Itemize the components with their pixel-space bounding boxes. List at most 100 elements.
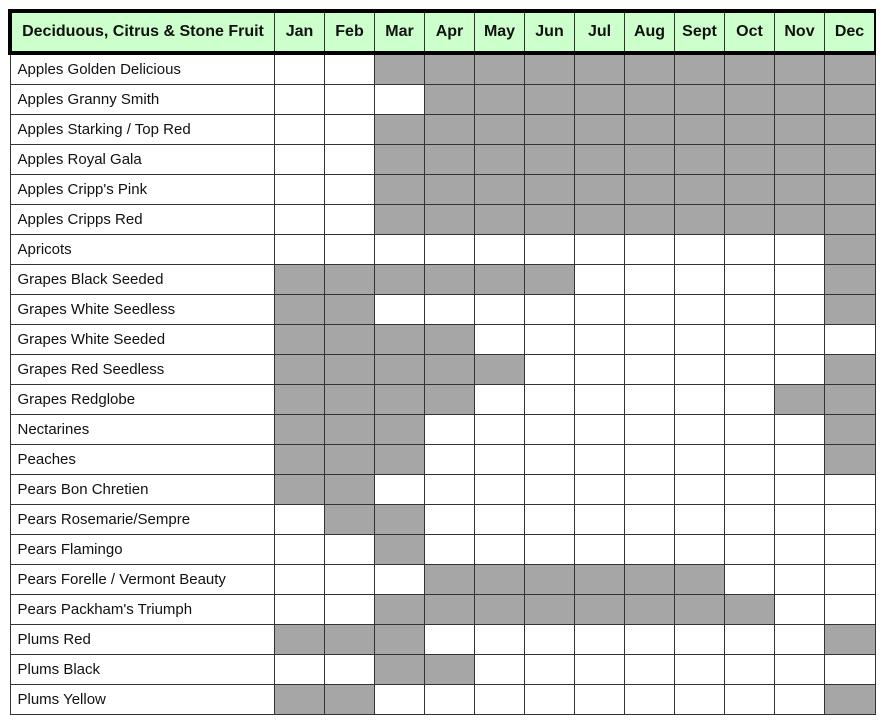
unavailable-cell-may [474, 234, 525, 265]
unavailable-cell-dec [824, 324, 876, 355]
unavailable-cell-dec [824, 564, 876, 595]
unavailable-cell-jun [524, 414, 575, 445]
unavailable-cell-aug [624, 294, 675, 325]
table-row: Pears Flamingo [9, 534, 876, 565]
unavailable-cell-oct [724, 534, 775, 565]
table-row: Apples Cripps Red [9, 204, 876, 235]
unavailable-cell-aug [624, 624, 675, 655]
available-cell-apr [424, 324, 475, 355]
unavailable-cell-jul [574, 624, 625, 655]
available-cell-jul [574, 204, 625, 235]
available-cell-jun [524, 114, 575, 145]
unavailable-cell-sept [674, 354, 725, 385]
available-cell-jan [274, 384, 325, 415]
available-cell-aug [624, 564, 675, 595]
available-cell-jul [574, 594, 625, 625]
available-cell-jan [274, 684, 325, 715]
unavailable-cell-jul [574, 534, 625, 565]
available-cell-dec [824, 174, 876, 205]
available-cell-nov [774, 204, 825, 235]
unavailable-cell-jun [524, 294, 575, 325]
unavailable-cell-may [474, 444, 525, 475]
unavailable-cell-jan [274, 52, 325, 85]
available-cell-mar [374, 174, 425, 205]
fruit-name: Nectarines [9, 414, 275, 445]
unavailable-cell-may [474, 294, 525, 325]
available-cell-jul [574, 564, 625, 595]
available-cell-jan [274, 474, 325, 505]
fruit-name: Grapes Red Seedless [9, 354, 275, 385]
available-cell-dec [824, 624, 876, 655]
available-cell-sept [674, 594, 725, 625]
unavailable-cell-may [474, 474, 525, 505]
available-cell-may [474, 594, 525, 625]
unavailable-cell-may [474, 504, 525, 535]
available-cell-jan [274, 414, 325, 445]
available-cell-feb [324, 414, 375, 445]
available-cell-nov [774, 114, 825, 145]
month-header-dec: Dec [824, 9, 876, 55]
fruit-name: Grapes White Seeded [9, 324, 275, 355]
unavailable-cell-mar [374, 684, 425, 715]
unavailable-cell-nov [774, 294, 825, 325]
available-cell-aug [624, 52, 675, 85]
available-cell-may [474, 354, 525, 385]
unavailable-cell-feb [324, 654, 375, 685]
unavailable-cell-feb [324, 144, 375, 175]
unavailable-cell-jun [524, 384, 575, 415]
table-row: Pears Packham's Triumph [9, 594, 876, 625]
unavailable-cell-oct [724, 384, 775, 415]
unavailable-cell-oct [724, 324, 775, 355]
available-cell-jun [524, 204, 575, 235]
unavailable-cell-jun [524, 534, 575, 565]
unavailable-cell-nov [774, 534, 825, 565]
available-cell-sept [674, 564, 725, 595]
unavailable-cell-sept [674, 624, 725, 655]
available-cell-oct [724, 204, 775, 235]
unavailable-cell-jun [524, 234, 575, 265]
available-cell-oct [724, 144, 775, 175]
unavailable-cell-apr [424, 684, 475, 715]
unavailable-cell-jul [574, 654, 625, 685]
unavailable-cell-feb [324, 114, 375, 145]
fruit-name: Grapes Redglobe [9, 384, 275, 415]
available-cell-feb [324, 294, 375, 325]
available-cell-may [474, 174, 525, 205]
unavailable-cell-jun [524, 324, 575, 355]
unavailable-cell-jul [574, 294, 625, 325]
available-cell-mar [374, 114, 425, 145]
fruit-name: Pears Flamingo [9, 534, 275, 565]
available-cell-sept [674, 204, 725, 235]
available-cell-may [474, 114, 525, 145]
fruit-name: Pears Rosemarie/Sempre [9, 504, 275, 535]
month-header-jul: Jul [574, 9, 625, 55]
month-header-jun: Jun [524, 9, 575, 55]
available-cell-jun [524, 144, 575, 175]
available-cell-feb [324, 624, 375, 655]
month-header-feb: Feb [324, 9, 375, 55]
available-cell-aug [624, 114, 675, 145]
unavailable-cell-feb [324, 174, 375, 205]
available-cell-aug [624, 594, 675, 625]
available-cell-jun [524, 52, 575, 85]
unavailable-cell-oct [724, 234, 775, 265]
available-cell-may [474, 564, 525, 595]
fruit-name: Plums Black [9, 654, 275, 685]
unavailable-cell-aug [624, 444, 675, 475]
table-row: Plums Red [9, 624, 876, 655]
available-cell-nov [774, 84, 825, 115]
available-cell-mar [374, 534, 425, 565]
available-cell-oct [724, 52, 775, 85]
unavailable-cell-apr [424, 234, 475, 265]
unavailable-cell-sept [674, 654, 725, 685]
available-cell-apr [424, 84, 475, 115]
header-row: Deciduous, Citrus & Stone Fruit Jan Feb Ma… [8, 9, 876, 55]
unavailable-cell-mar [374, 294, 425, 325]
unavailable-cell-nov [774, 624, 825, 655]
fruit-name: Apples Royal Gala [9, 144, 275, 175]
unavailable-cell-jan [274, 564, 325, 595]
available-cell-aug [624, 144, 675, 175]
available-cell-dec [824, 684, 876, 715]
unavailable-cell-jul [574, 684, 625, 715]
available-cell-apr [424, 564, 475, 595]
